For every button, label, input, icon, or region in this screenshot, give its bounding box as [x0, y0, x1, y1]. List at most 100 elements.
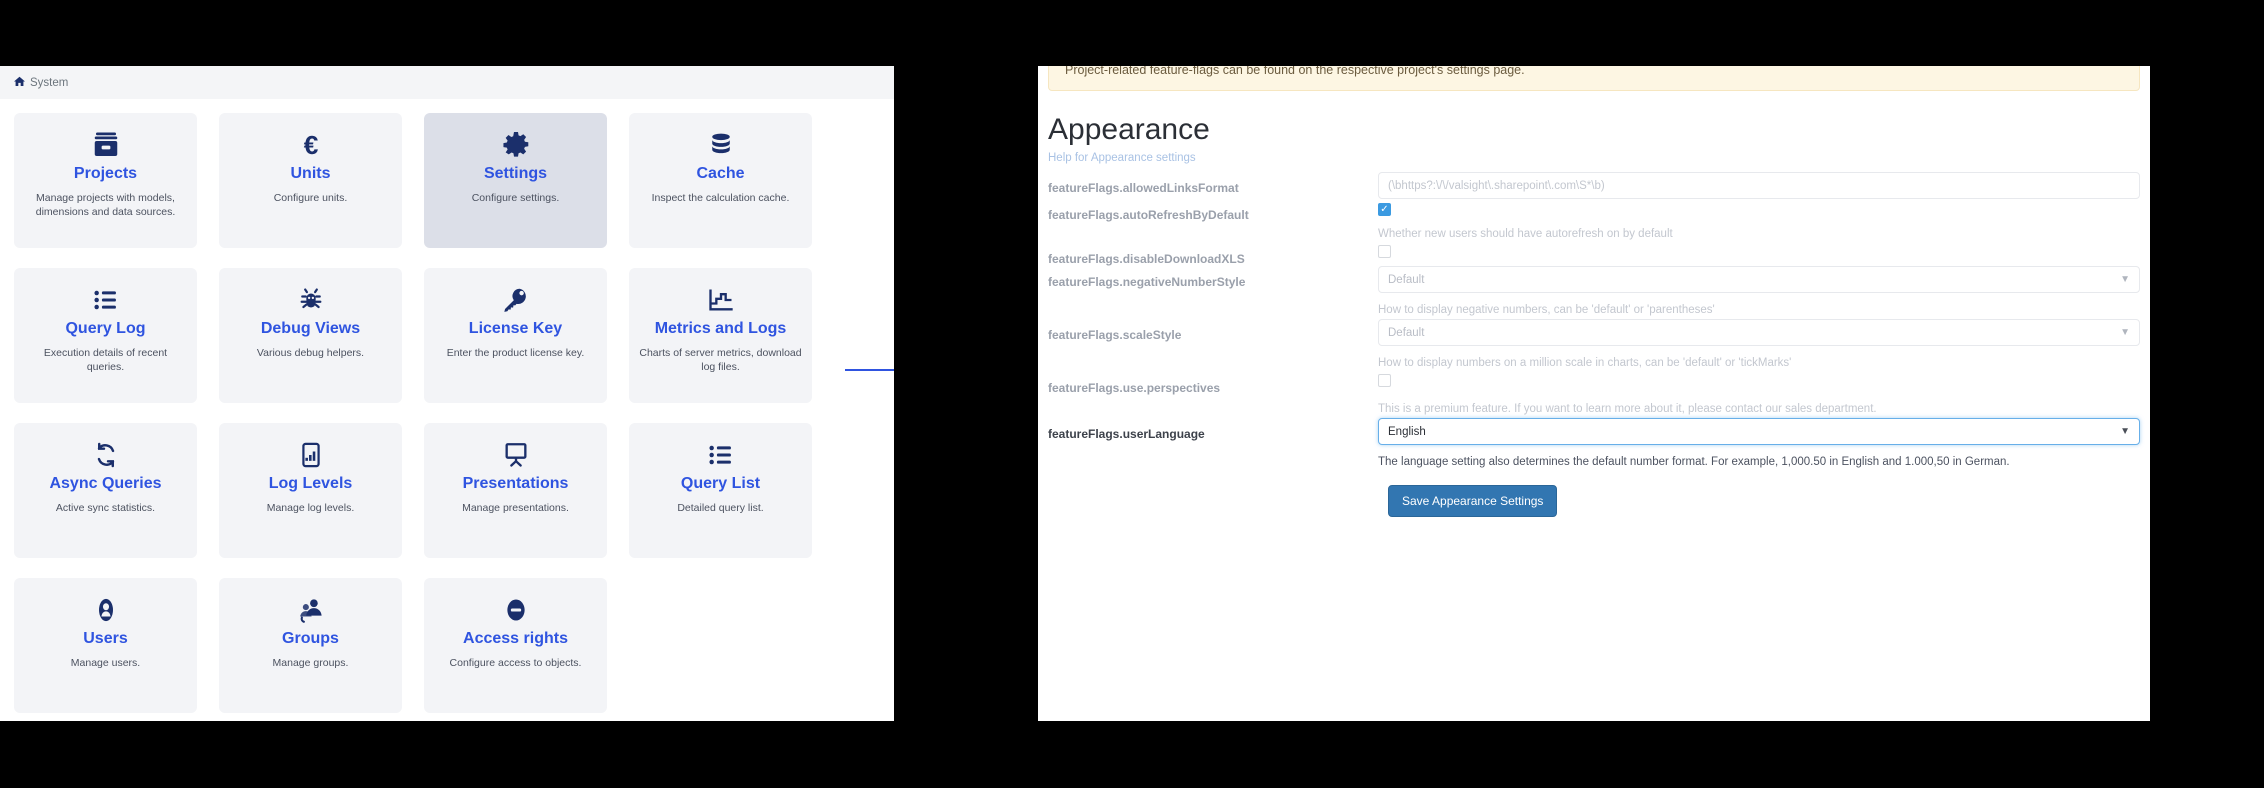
sync-icon	[92, 439, 120, 471]
breadcrumb: System	[0, 66, 894, 99]
system-card-description: Active sync statistics.	[56, 501, 155, 515]
breadcrumb-label[interactable]: System	[30, 77, 68, 89]
list-icon	[92, 284, 120, 316]
chevron-down-icon: ▼	[2120, 275, 2130, 285]
archive-icon	[91, 129, 121, 161]
system-card-grid: Projects Manage projects with models, dim…	[0, 99, 894, 713]
system-card-title: Groups	[282, 629, 339, 649]
system-card-settings[interactable]: Settings Configure settings.	[424, 113, 607, 248]
help-link[interactable]: Help for Appearance settings	[1048, 152, 2150, 164]
settings-page-capture: System / Settings Project-related featur…	[1038, 0, 2150, 788]
field-control	[1378, 243, 2150, 263]
system-card-description: Manage projects with models, dimensions …	[24, 191, 187, 219]
list-icon	[707, 439, 735, 471]
system-card-debug-views[interactable]: Debug Views Various debug helpers.	[219, 268, 402, 403]
chevron-down-icon: ▼	[2120, 328, 2130, 338]
field-label: featureFlags.use.perspectives	[1048, 372, 1378, 395]
chart-icon	[707, 284, 735, 316]
system-card-units[interactable]: € Units Configure units.	[219, 113, 402, 248]
occlusion-middle	[894, 0, 1038, 788]
system-card-title: Debug Views	[261, 319, 360, 339]
save-appearance-settings-button[interactable]: Save Appearance Settings	[1388, 485, 1557, 517]
featureflags-userlanguage-select[interactable]: English▼	[1378, 418, 2140, 445]
system-card-description: Manage log levels.	[267, 501, 355, 515]
featureflags-disabledownloadxls-checkbox[interactable]	[1378, 245, 1391, 258]
system-card-description: Manage users.	[71, 656, 140, 670]
form-row: featureFlags.autoRefreshByDefault✓ Whethe…	[1048, 199, 2150, 243]
system-card-cache[interactable]: Cache Inspect the calculation cache.	[629, 113, 812, 248]
featureflags-negativenumberstyle-select[interactable]: Default▼	[1378, 266, 2140, 293]
page-title: Appearance	[1048, 113, 2150, 147]
system-card-title: Units	[291, 164, 331, 184]
system-card-description: Configure settings.	[472, 191, 560, 205]
key-icon	[502, 284, 530, 316]
field-control: Default▼How to display numbers on a mill…	[1378, 319, 2150, 372]
form-row: featureFlags.scaleStyleDefault▼How to di…	[1048, 319, 2150, 372]
field-label: featureFlags.allowedLinksFormat	[1048, 172, 1378, 195]
select-value: Default	[1388, 327, 1424, 339]
field-help-text: Whether new users should have autorefres…	[1378, 226, 2140, 243]
system-card-title: Cache	[696, 164, 744, 184]
form-row: featureFlags.allowedLinksFormat	[1048, 172, 2150, 199]
system-card-description: Detailed query list.	[677, 501, 763, 515]
form-row: featureFlags.disableDownloadXLS	[1048, 243, 2150, 266]
featureflags-scalestyle-select[interactable]: Default ▼	[1378, 319, 2140, 346]
system-card-description: Charts of server metrics, download log f…	[639, 346, 802, 374]
system-card-title: Settings	[484, 164, 547, 184]
occlusion-bottom	[0, 721, 2264, 788]
field-help-text: This is a premium feature. If you want t…	[1378, 401, 2140, 418]
field-label: featureFlags.disableDownloadXLS	[1048, 243, 1378, 266]
group-icon	[297, 594, 325, 626]
system-card-title: Presentations	[463, 474, 569, 494]
system-card-description: Manage groups.	[273, 656, 349, 670]
database-icon	[707, 129, 735, 161]
occlusion-right-top	[2150, 0, 2264, 120]
system-card-query-list[interactable]: Query ListDetailed query list.	[629, 423, 812, 558]
field-label: featureFlags.negativeNumberStyle	[1048, 266, 1378, 289]
system-card-presentations[interactable]: Presentations Manage presentations.	[424, 423, 607, 558]
system-card-title: License Key	[469, 319, 562, 339]
system-card-title: Query Log	[65, 319, 145, 339]
svg-text:€: €	[303, 130, 318, 160]
system-card-log-levels[interactable]: Log LevelsManage log levels.	[219, 423, 402, 558]
system-card-license-key[interactable]: License KeyEnter the product license key…	[424, 268, 607, 403]
system-card-description: Configure units.	[274, 191, 348, 205]
field-control: ✓ Whether new users should have autorefre…	[1378, 199, 2150, 243]
system-card-query-log[interactable]: Query Log Execution details of recent que…	[14, 268, 197, 403]
system-card-async-queries[interactable]: Async Queries Active sync statistics.	[14, 423, 197, 558]
system-card-groups[interactable]: Groups Manage groups.	[219, 578, 402, 713]
system-card-title: Access rights	[463, 629, 568, 649]
system-card-metrics-and-logs[interactable]: Metrics and Logs Charts of server metrics…	[629, 268, 812, 403]
field-control: Default▼How to display negative numbers,…	[1378, 266, 2150, 319]
system-card-title: Projects	[74, 164, 137, 184]
system-overview-capture: System Projects Manage projects with mode…	[0, 66, 894, 721]
system-card-description: Manage presentations.	[462, 501, 569, 515]
user-icon	[92, 594, 120, 626]
system-card-description: Various debug helpers.	[257, 346, 364, 360]
system-card-access-rights[interactable]: Access rights Configure access to objects…	[424, 578, 607, 713]
system-card-title: Metrics and Logs	[655, 319, 787, 339]
system-card-description: Inspect the calculation cache.	[652, 191, 790, 205]
featureflags-use-perspectives-checkbox[interactable]	[1378, 374, 1391, 387]
field-control: English▼ The language setting also determ…	[1378, 418, 2150, 471]
euro-icon: €	[296, 129, 326, 161]
system-card-description: Configure access to objects.	[450, 656, 582, 670]
system-card-projects[interactable]: Projects Manage projects with models, dim…	[14, 113, 197, 248]
system-card-description: Execution details of recent queries.	[24, 346, 187, 374]
form-row: featureFlags.userLanguageEnglish▼The lan…	[1048, 418, 2150, 471]
featureflags-allowedlinksformat-input[interactable]	[1378, 172, 2140, 199]
home-icon	[14, 76, 25, 90]
featureflags-autorefreshbydefault-checkbox[interactable]: ✓	[1378, 203, 1391, 216]
field-label: featureFlags.autoRefreshByDefault	[1048, 199, 1378, 222]
occlusion-top	[0, 0, 2264, 66]
system-card-title: Async Queries	[49, 474, 161, 494]
field-help-text: The language setting also determines the…	[1378, 454, 2140, 471]
gear-icon	[501, 129, 531, 161]
bug-icon	[297, 284, 325, 316]
occlusion-right-bottom	[2150, 420, 2264, 788]
form-row: featureFlags.negativeNumberStyleDefault▼…	[1048, 266, 2150, 319]
select-value: English	[1388, 426, 1426, 438]
loglevel-icon	[297, 439, 325, 471]
presentation-icon	[502, 439, 530, 471]
system-card-users[interactable]: UsersManage users.	[14, 578, 197, 713]
